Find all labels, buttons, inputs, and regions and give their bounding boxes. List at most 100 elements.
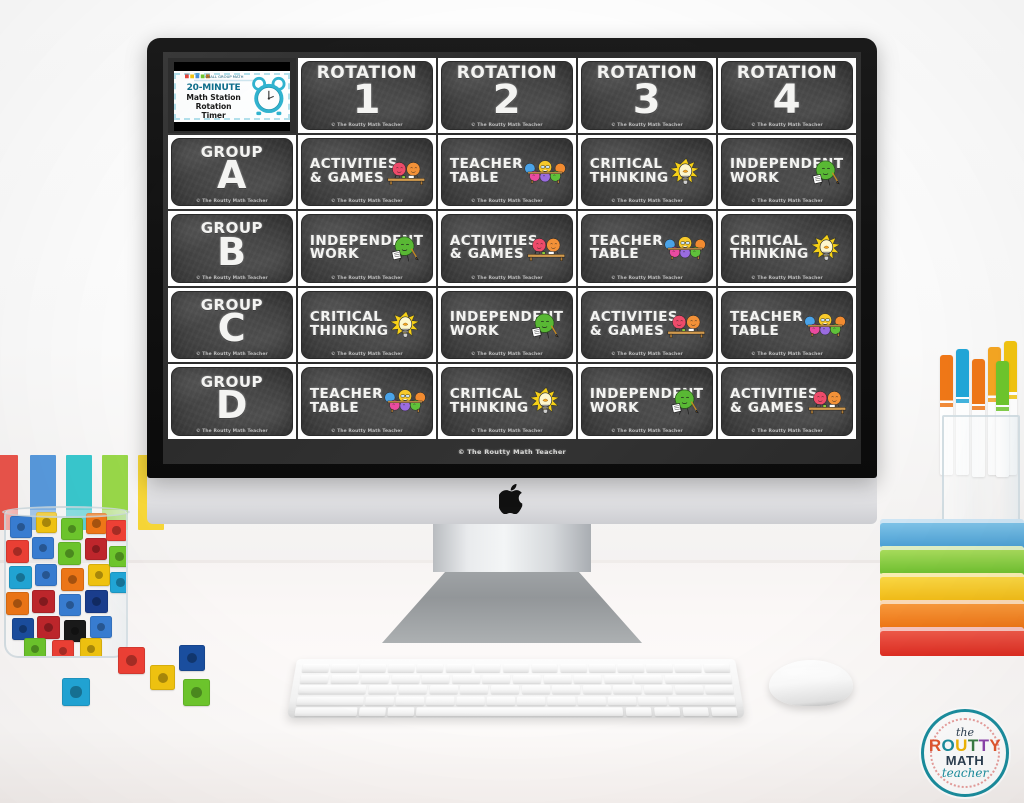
station-card-A2-teacher[interactable]: TEACHER TABLE © The Routty Math Teacher: [440, 137, 573, 207]
apple-magic-mouse[interactable]: [769, 660, 853, 706]
keyboard-row: [301, 663, 731, 673]
keyboard-row: [299, 674, 733, 683]
card-copyright: © The Routty Math Teacher: [471, 428, 543, 434]
station-card-B4-critical[interactable]: CRITICAL THINKING © The Routty Math Teac…: [720, 214, 853, 283]
loose-cube: [118, 647, 145, 674]
rotation-card-2[interactable]: ROTATION 2 © The Routty Math Teacher: [440, 61, 573, 130]
card-copyright: © The Routty Math Teacher: [611, 352, 683, 358]
card-copyright: © The Routty Math Teacher: [611, 199, 683, 205]
teacher-and-students-icon: [663, 219, 708, 278]
station-label: CRITICAL THINKING: [309, 309, 389, 340]
student-with-paper-icon: [665, 372, 708, 431]
rotation-header-cell-3: ROTATION 3 © The Routty Math Teacher: [577, 58, 716, 133]
card-copyright: © The Routty Math Teacher: [330, 428, 403, 434]
station-card-C4-teacher[interactable]: TEACHER TABLE © The Routty Math Teacher: [720, 290, 853, 360]
station-card-C2-independent[interactable]: INDEPENDENT WORK © The Routty Math Teach…: [440, 290, 573, 360]
group-cell: GROUP B © The Routty Math Teacher: [168, 211, 296, 286]
rotation-card-1[interactable]: ROTATION 1 © The Routty Math Teacher: [300, 61, 433, 130]
group-card-D[interactable]: GROUP D © The Routty Math Teacher: [171, 367, 293, 436]
card-copyright: © The Routty Math Teacher: [751, 428, 823, 434]
station-cell: TEACHER TABLE © The Routty Math Teacher: [577, 211, 716, 286]
group-card-B[interactable]: GROUP B © The Routty Math Teacher: [171, 214, 293, 283]
card-copyright: © The Routty Math Teacher: [330, 199, 403, 205]
lightbulb-icon: [385, 296, 428, 355]
card-copyright: © The Routty Math Teacher: [330, 122, 403, 128]
station-card-A4-independent[interactable]: INDEPENDENT WORK © The Routty Math Teach…: [720, 137, 853, 207]
card-copyright: © The Routty Math Teacher: [611, 428, 683, 434]
group-card-C[interactable]: GROUP C © The Routty Math Teacher: [171, 290, 293, 360]
station-label: TEACHER TABLE: [309, 385, 384, 416]
imac-stand-neck: [433, 524, 591, 572]
station-cell: INDEPENDENT WORK © The Routty Math Teach…: [297, 211, 436, 286]
group-cell: GROUP D © The Routty Math Teacher: [168, 364, 296, 439]
card-copyright: © The Routty Math Teacher: [751, 352, 823, 358]
station-cell: ACTIVITIES & GAMES © The Routty Math Tea…: [297, 134, 436, 210]
station-card-B2-activities[interactable]: ACTIVITIES & GAMES © The Routty Math Tea…: [440, 214, 573, 283]
rotation-board: SMALL GROUP MATH 20-MINUTE Math Station …: [163, 52, 861, 464]
timer-text: SMALL GROUP MATH 20-MINUTE Math Station …: [174, 72, 254, 120]
teacher-and-students-icon: [383, 372, 428, 431]
imac-chin: [147, 476, 877, 524]
teacher-and-students-icon: [523, 143, 568, 202]
two-students-at-table-icon: [806, 372, 849, 431]
station-card-C3-activities[interactable]: ACTIVITIES & GAMES © The Routty Math Tea…: [580, 290, 713, 360]
station-cell: INDEPENDENT WORK © The Routty Math Teach…: [577, 364, 716, 439]
station-card-C1-critical[interactable]: CRITICAL THINKING © The Routty Math Teac…: [300, 290, 433, 360]
keyboard-row: [294, 707, 738, 717]
station-card-B3-teacher[interactable]: TEACHER TABLE © The Routty Math Teacher: [580, 214, 713, 283]
station-label: TEACHER TABLE: [589, 232, 664, 263]
card-copyright: © The Routty Math Teacher: [196, 428, 268, 434]
station-card-B1-independent[interactable]: INDEPENDENT WORK © The Routty Math Teach…: [300, 214, 433, 283]
card-copyright: © The Routty Math Teacher: [196, 275, 268, 281]
station-card-D3-independent[interactable]: INDEPENDENT WORK © The Routty Math Teach…: [580, 367, 713, 436]
student-with-paper-icon: [385, 219, 428, 278]
keyboard-row: [298, 685, 735, 694]
card-copyright: © The Routty Math Teacher: [471, 122, 543, 128]
group-letter: D: [215, 382, 248, 427]
book-stack: [880, 519, 1024, 663]
card-copyright: © The Routty Math Teacher: [751, 275, 823, 281]
imac-screen: SMALL GROUP MATH 20-MINUTE Math Station …: [163, 52, 861, 464]
loose-cube: [179, 645, 205, 671]
card-copyright: © The Routty Math Teacher: [611, 122, 683, 128]
station-card-A1-activities[interactable]: ACTIVITIES & GAMES © The Routty Math Tea…: [300, 137, 433, 207]
station-cell: CRITICAL THINKING © The Routty Math Teac…: [297, 287, 436, 363]
apple-magic-keyboard[interactable]: [286, 659, 746, 719]
timer-duration: 20-MINUTE: [186, 82, 241, 93]
card-copyright: © The Routty Math Teacher: [751, 199, 823, 205]
group-letter: A: [216, 153, 247, 198]
station-cell: INDEPENDENT WORK © The Routty Math Teach…: [717, 134, 856, 210]
imac-bezel: SMALL GROUP MATH 20-MINUTE Math Station …: [147, 38, 877, 478]
loose-cube: [62, 678, 90, 706]
station-label: ACTIVITIES & GAMES: [729, 385, 819, 416]
group-card-A[interactable]: GROUP A © The Routty Math Teacher: [171, 137, 293, 207]
timer-line-4: Timer: [201, 110, 226, 120]
card-copyright: © The Routty Math Teacher: [471, 352, 543, 358]
rotation-number: 1: [352, 77, 381, 124]
rotation-grid: SMALL GROUP MATH 20-MINUTE Math Station …: [168, 58, 856, 439]
station-label: TEACHER TABLE: [729, 309, 804, 340]
loose-cube: [150, 665, 175, 690]
snap-cube-jar: [2, 492, 130, 675]
station-card-D1-teacher[interactable]: TEACHER TABLE © The Routty Math Teacher: [300, 367, 433, 436]
rotation-card-4[interactable]: ROTATION 4 © The Routty Math Teacher: [720, 61, 853, 130]
card-copyright: © The Routty Math Teacher: [471, 275, 543, 281]
station-label: INDEPENDENT WORK: [309, 232, 424, 263]
rotation-card-3[interactable]: ROTATION 3 © The Routty Math Teacher: [580, 61, 713, 130]
card-copyright: © The Routty Math Teacher: [196, 199, 268, 205]
rotation-timer-tile[interactable]: SMALL GROUP MATH 20-MINUTE Math Station …: [174, 62, 290, 131]
station-card-A3-critical[interactable]: CRITICAL THINKING © The Routty Math Teac…: [580, 137, 713, 207]
timer-tile-cell: SMALL GROUP MATH 20-MINUTE Math Station …: [168, 58, 296, 133]
group-letter: C: [217, 306, 247, 351]
station-cell: ACTIVITIES & GAMES © The Routty Math Tea…: [577, 287, 716, 363]
station-label: CRITICAL THINKING: [729, 232, 809, 263]
station-card-D4-activities[interactable]: ACTIVITIES & GAMES © The Routty Math Tea…: [720, 367, 853, 436]
lightbulb-icon: [806, 219, 849, 278]
station-label: ACTIVITIES & GAMES: [589, 309, 679, 340]
station-label: ACTIVITIES & GAMES: [309, 156, 399, 186]
station-label: CRITICAL THINKING: [449, 385, 529, 416]
station-cell: CRITICAL THINKING © The Routty Math Teac…: [437, 364, 576, 439]
station-cell: CRITICAL THINKING © The Routty Math Teac…: [577, 134, 716, 210]
rotation-number: 3: [632, 77, 662, 124]
station-card-D2-critical[interactable]: CRITICAL THINKING © The Routty Math Teac…: [440, 367, 573, 436]
